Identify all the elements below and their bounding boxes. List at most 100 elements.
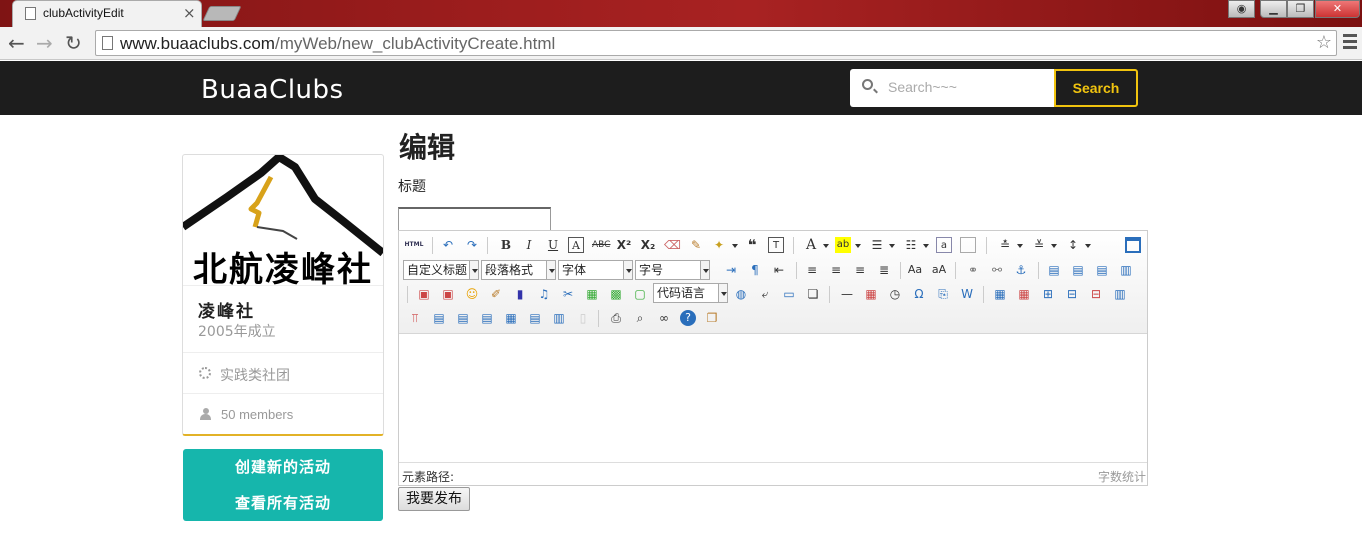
chevron-down-icon[interactable] (1051, 244, 1057, 248)
search-button[interactable]: Search (1054, 69, 1138, 107)
user-icon[interactable]: ◉ (1228, 0, 1255, 18)
select-all-icon[interactable]: a (936, 237, 952, 253)
image-icon[interactable]: ▣ (416, 286, 432, 302)
time-icon[interactable]: ◷ (887, 286, 903, 302)
paragraph-format-select[interactable]: 段落格式 (481, 260, 556, 280)
insert-frame-icon[interactable]: ▢ (632, 286, 648, 302)
view-activities-button[interactable]: 查看所有活动 (183, 485, 383, 521)
address-bar[interactable]: www.buaaclubs.com/myWeb/new_clubActivity… (95, 30, 1337, 56)
split-cols-icon[interactable]: ▥ (551, 310, 567, 326)
help-icon[interactable]: ? (680, 310, 696, 326)
background-icon[interactable]: ▭ (781, 286, 797, 302)
scrawl-icon[interactable]: ✐ (488, 286, 504, 302)
tab-close-icon[interactable]: × (183, 4, 196, 22)
unlink-icon[interactable]: ⚯ (989, 262, 1005, 278)
close-window-icon[interactable]: ✕ (1315, 0, 1360, 18)
font-border-icon[interactable]: A (568, 237, 584, 253)
reload-icon[interactable]: ↻ (65, 31, 82, 55)
html-source-icon[interactable]: HTML (403, 237, 425, 253)
title-style-select[interactable]: 自定义标题 (403, 260, 479, 280)
line-height-icon[interactable]: ↕ (1065, 237, 1081, 253)
chevron-down-icon[interactable] (1085, 244, 1091, 248)
chevron-down-icon[interactable] (923, 244, 929, 248)
image-none-icon[interactable]: ▤ (1046, 262, 1062, 278)
split-cells-icon[interactable]: ▦ (503, 310, 519, 326)
paragraph-spacing-top-icon[interactable]: ≛ (997, 237, 1013, 253)
insert-row-icon[interactable]: ⊟ (1064, 286, 1080, 302)
blockquote-icon[interactable]: ❝ (744, 237, 760, 253)
indent-icon[interactable]: ⇤ (771, 262, 787, 278)
search-replace-binoculars-icon[interactable]: ∞ (656, 310, 672, 326)
rtl-icon[interactable]: ¶ (747, 262, 763, 278)
chevron-down-icon[interactable] (823, 244, 829, 248)
brand-logo[interactable]: BuaaClubs (201, 75, 344, 105)
google-map-icon[interactable]: ▩ (608, 286, 624, 302)
align-left-icon[interactable]: ≡ (804, 262, 820, 278)
chevron-down-icon[interactable] (1017, 244, 1023, 248)
search-replace-icon[interactable]: ⎘ (935, 286, 951, 302)
editor-content-area[interactable] (399, 334, 1147, 462)
web-icon[interactable]: ◍ (733, 286, 749, 302)
bold-icon[interactable]: B (498, 237, 514, 253)
paste-plain-icon[interactable]: T (768, 237, 784, 253)
chevron-down-icon[interactable] (732, 244, 738, 248)
date-icon[interactable]: ▦ (863, 286, 879, 302)
superscript-icon[interactable]: X² (616, 237, 632, 253)
link-icon[interactable]: ⚭ (965, 262, 981, 278)
fullscreen-icon[interactable] (1125, 237, 1141, 253)
title-input[interactable] (398, 207, 551, 231)
undo-icon[interactable]: ↶ (440, 237, 456, 253)
menu-icon[interactable] (1343, 34, 1357, 52)
italic-icon[interactable]: I (521, 237, 537, 253)
publish-button[interactable]: 我要发布 (398, 487, 470, 511)
word-image-icon[interactable]: W (959, 286, 975, 302)
ltr-icon[interactable]: ⇥ (723, 262, 739, 278)
delete-row-icon[interactable]: ⊟ (1088, 286, 1104, 302)
anchor-icon[interactable]: ⚓ (1013, 262, 1029, 278)
print-icon[interactable]: ⎙ (608, 310, 624, 326)
template-icon[interactable]: ❏ (805, 286, 821, 302)
drafts-icon[interactable]: ❐ (704, 310, 720, 326)
new-tab-button[interactable] (202, 6, 242, 21)
auto-format-icon[interactable]: ✦ (711, 237, 727, 253)
eraser-icon[interactable]: ⌫ (664, 237, 681, 253)
merge-down-icon[interactable]: ▤ (479, 310, 495, 326)
create-activity-button[interactable]: 创建新的活动 (183, 449, 383, 485)
chart-icon[interactable]: ▯ (575, 310, 591, 326)
bookmark-star-icon[interactable]: ☆ (1316, 32, 1332, 53)
delete-table-icon[interactable]: ▦ (1016, 286, 1032, 302)
minimize-icon[interactable]: ▁ (1260, 0, 1287, 18)
maximize-icon[interactable]: ❐ (1287, 0, 1314, 18)
align-center-icon[interactable]: ≡ (828, 262, 844, 278)
lowercase-icon[interactable]: aA (931, 262, 947, 278)
special-char-icon[interactable]: Ω (911, 286, 927, 302)
align-right-icon[interactable]: ≡ (852, 262, 868, 278)
merge-cells-icon[interactable]: ▤ (431, 310, 447, 326)
strikethrough-icon[interactable]: ABC (592, 237, 610, 253)
subscript-icon[interactable]: X₂ (640, 237, 656, 253)
font-size-select[interactable]: 字号 (635, 260, 710, 280)
music-icon[interactable]: ♫ (536, 286, 552, 302)
ordered-list-icon[interactable]: ☰ (869, 237, 885, 253)
redo-icon[interactable]: ↷ (464, 237, 480, 253)
page-break-icon[interactable]: ⤶ (757, 286, 773, 302)
chevron-down-icon[interactable] (889, 244, 895, 248)
underline-icon[interactable]: U (545, 237, 561, 253)
clear-doc-icon[interactable] (960, 237, 976, 253)
highlight-icon[interactable]: ab (835, 237, 851, 253)
video-icon[interactable]: ▮ (512, 286, 528, 302)
search-input[interactable]: Search~~~ (850, 69, 1054, 107)
back-icon[interactable]: ← (8, 31, 25, 55)
map-icon[interactable]: ▦ (584, 286, 600, 302)
align-justify-icon[interactable]: ≣ (876, 262, 892, 278)
paragraph-spacing-bottom-icon[interactable]: ≚ (1031, 237, 1047, 253)
format-painter-icon[interactable]: ✎ (688, 237, 704, 253)
horizontal-rule-icon[interactable]: — (839, 286, 855, 302)
insert-col-icon[interactable]: ▥ (1112, 286, 1128, 302)
image-right-icon[interactable]: ▤ (1094, 262, 1110, 278)
unordered-list-icon[interactable]: ☷ (903, 237, 919, 253)
attachment-icon[interactable]: ✂ (560, 286, 576, 302)
image-center-icon[interactable]: ▥ (1118, 262, 1134, 278)
split-rows-icon[interactable]: ▤ (527, 310, 543, 326)
font-color-icon[interactable]: A (803, 237, 819, 253)
